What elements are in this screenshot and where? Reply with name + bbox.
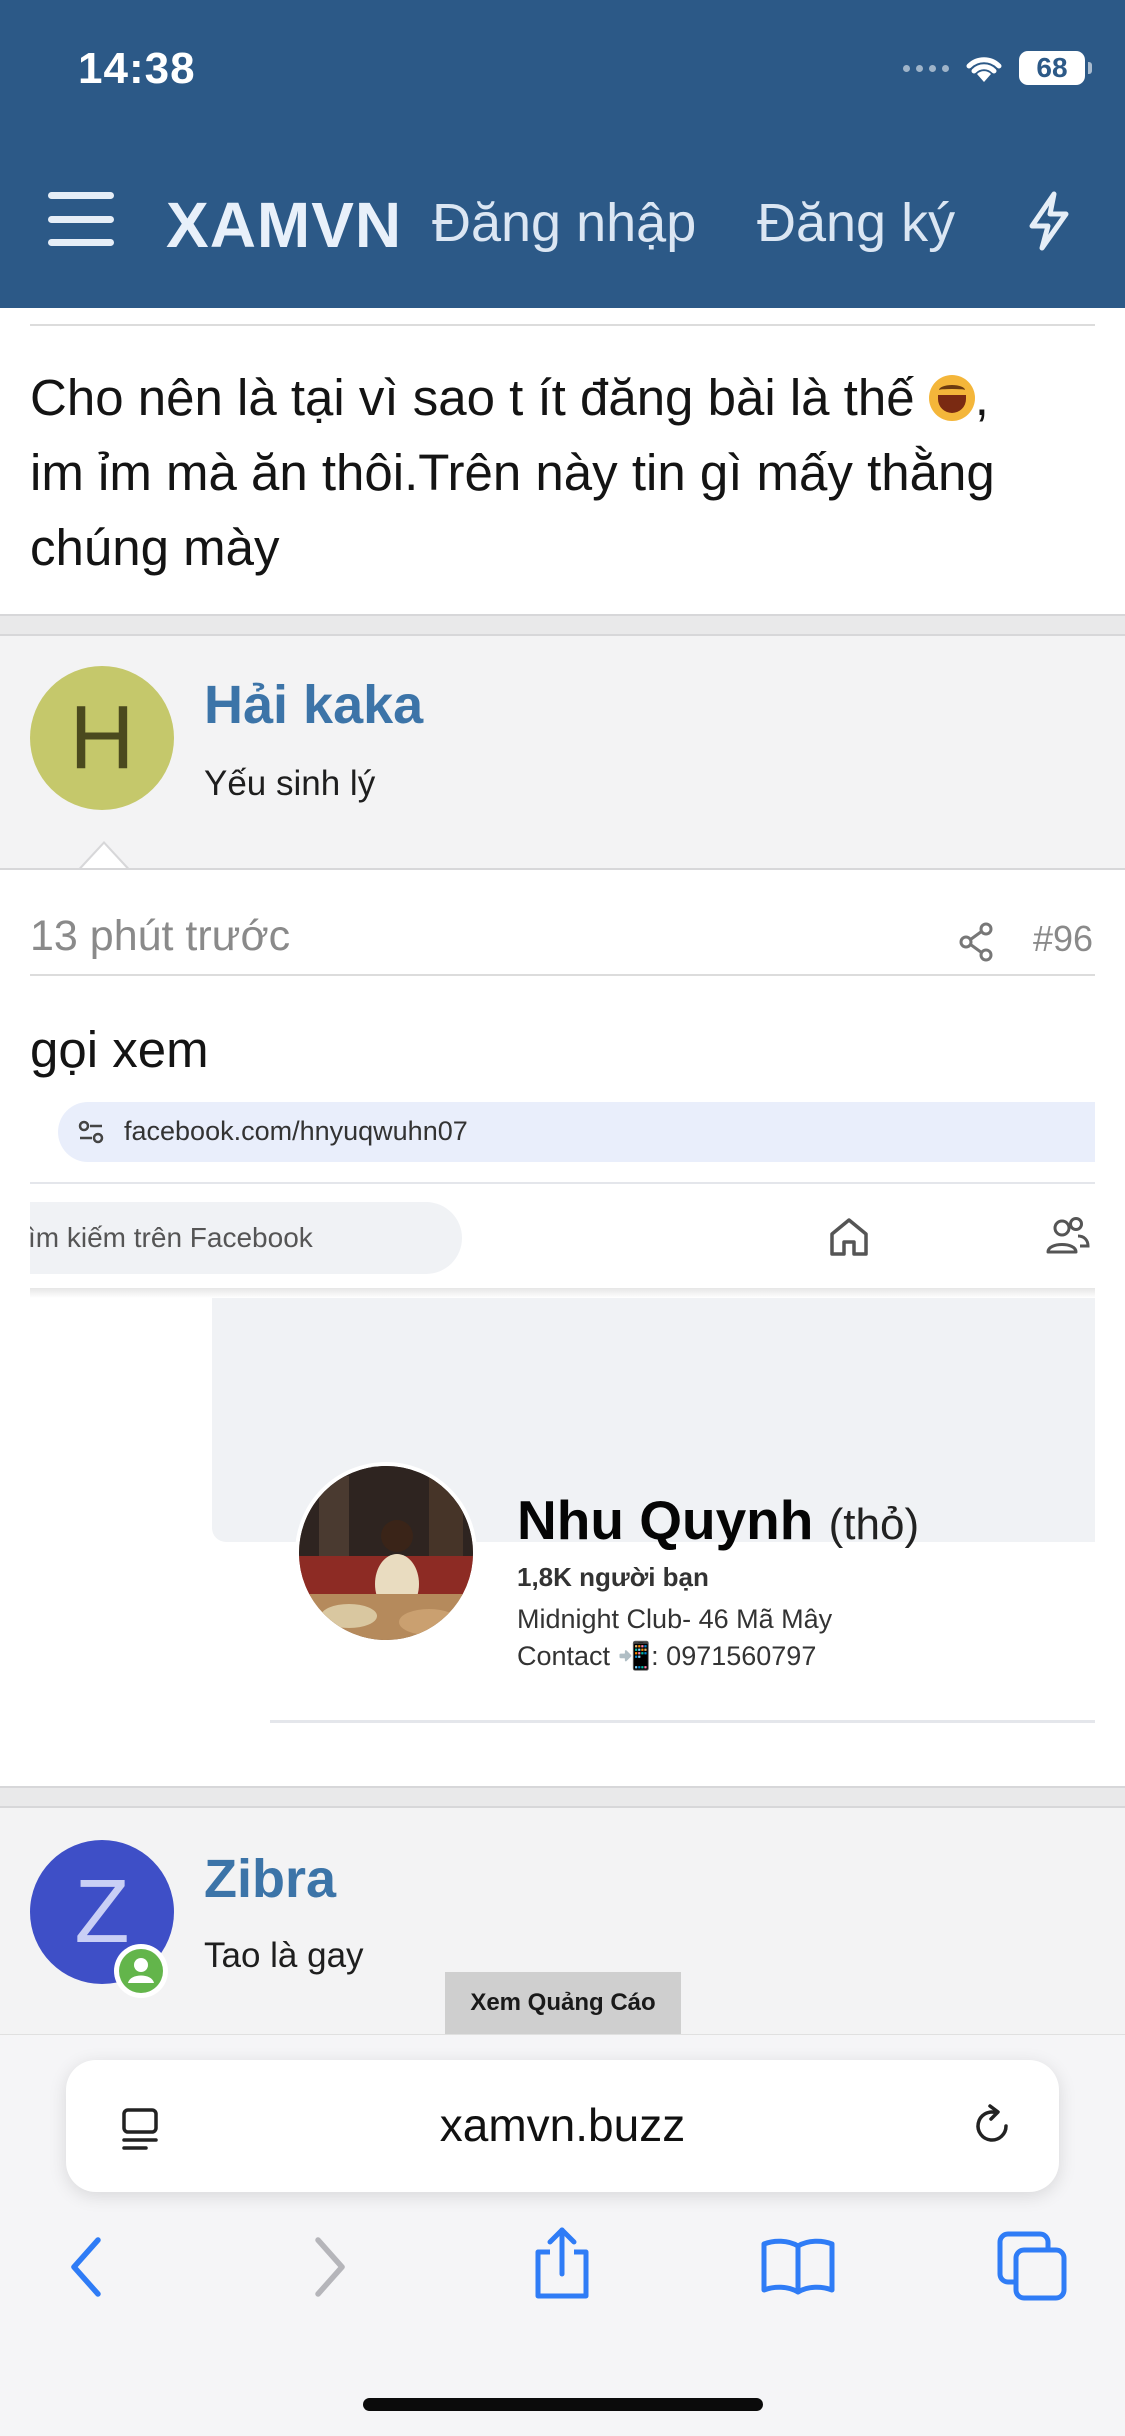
wifi-icon	[966, 57, 1002, 82]
profile-name-text: Nhu Quynh	[517, 1489, 814, 1551]
embedded-profile-name: Nhu Quynh (thỏ)	[517, 1488, 919, 1552]
previous-post-text: Cho nên là tại vì sao t ít đăng bài là t…	[30, 360, 1100, 585]
post-number[interactable]: #96	[1033, 918, 1093, 960]
pointer-decoration	[80, 844, 128, 870]
post-author: H Hải kaka Yếu sinh lý	[0, 636, 1125, 870]
back-icon[interactable]	[64, 2234, 110, 2300]
embedded-url-bar: facebook.com/hnyuqwuhn07	[58, 1102, 1095, 1162]
post-text-line: Cho nên là tại vì sao t ít đăng bài là t…	[30, 369, 915, 426]
avatar-initial: H	[69, 687, 135, 788]
site-logo[interactable]: XAMVN	[166, 188, 402, 262]
status-icons: 68	[903, 48, 1092, 88]
author-name[interactable]: Hải kaka	[204, 674, 423, 736]
post-separator	[0, 1786, 1125, 1808]
home-icon	[830, 1218, 868, 1256]
divider	[270, 1720, 1095, 1723]
login-link[interactable]: Đăng nhập	[432, 192, 696, 254]
friends-icon	[1046, 1217, 1090, 1254]
embedded-profile-photo	[295, 1462, 477, 1644]
nav-shadow	[30, 1288, 1095, 1298]
post-text-line: im ỉm mà ăn thôi.Trên này tin gì mấy thằ…	[30, 444, 995, 501]
site-nav: XAMVN Đăng nhập Đăng ký	[0, 160, 1125, 280]
menu-icon[interactable]	[48, 192, 114, 246]
lightning-icon[interactable]	[1024, 190, 1074, 252]
embedded-search-field: ìm kiếm trên Facebook	[30, 1202, 462, 1274]
register-link[interactable]: Đăng ký	[757, 192, 955, 254]
post-body-text: gọi xem	[30, 1021, 209, 1078]
embedded-screenshot[interactable]: facebook.com/hnyuqwuhn07 ìm kiếm trên Fa…	[30, 1092, 1095, 1752]
embedded-url: facebook.com/hnyuqwuhn07	[124, 1116, 468, 1146]
address-bar[interactable]: xamvn.buzz	[66, 2060, 1059, 2192]
author-title: Yếu sinh lý	[204, 764, 376, 803]
status-time: 14:38	[78, 44, 196, 93]
post-text-line: chúng mày	[30, 519, 280, 576]
laughing-emoji-icon	[928, 375, 975, 421]
post-time[interactable]: 13 phút trước	[30, 912, 290, 961]
profile-photo-image	[299, 1466, 473, 1640]
top-header: 14:38 68 XAMVN Đăng nhập Đăng ký	[0, 0, 1125, 308]
battery-level: 68	[1036, 52, 1068, 83]
address-url[interactable]: xamvn.buzz	[66, 2098, 1059, 2152]
battery-icon: 68	[1019, 51, 1092, 85]
share-icon[interactable]	[958, 922, 994, 962]
post-separator	[0, 614, 1125, 636]
home-indicator[interactable]	[363, 2398, 763, 2411]
avatar[interactable]: H	[30, 666, 174, 810]
share-sheet-icon[interactable]	[530, 2226, 594, 2302]
tabs-icon[interactable]	[996, 2230, 1068, 2302]
forward-icon[interactable]	[306, 2234, 352, 2300]
ad-button[interactable]: Xem Quảng Cáo	[445, 1972, 681, 2034]
embedded-bio-line: Contact 📲: 0971560797	[517, 1641, 817, 1671]
embedded-bio-line: Midnight Club- 46 Mã Mây	[517, 1604, 833, 1634]
profile-alt-name: (thỏ)	[828, 1500, 920, 1549]
embedded-search-placeholder: ìm kiếm trên Facebook	[30, 1222, 313, 1253]
bookmarks-icon[interactable]	[760, 2236, 836, 2296]
cellular-signal-icon	[903, 64, 949, 72]
site-settings-icon	[78, 1120, 104, 1144]
divider	[30, 974, 1095, 976]
reload-icon[interactable]	[966, 2100, 1018, 2152]
online-status-icon	[114, 1944, 168, 1998]
post-text-punct: ,	[974, 369, 989, 426]
divider	[30, 324, 1095, 326]
author-name[interactable]: Zibra	[204, 1848, 336, 1910]
previous-post-content: Cho nên là tại vì sao t ít đăng bài là t…	[0, 308, 1125, 614]
post: 13 phút trước #96 gọi xem facebook.com/h…	[0, 868, 1125, 1786]
embedded-friend-count: 1,8K người bạn	[517, 1562, 709, 1592]
author-title: Tao là gay	[204, 1936, 364, 1975]
divider	[30, 1182, 1095, 1184]
